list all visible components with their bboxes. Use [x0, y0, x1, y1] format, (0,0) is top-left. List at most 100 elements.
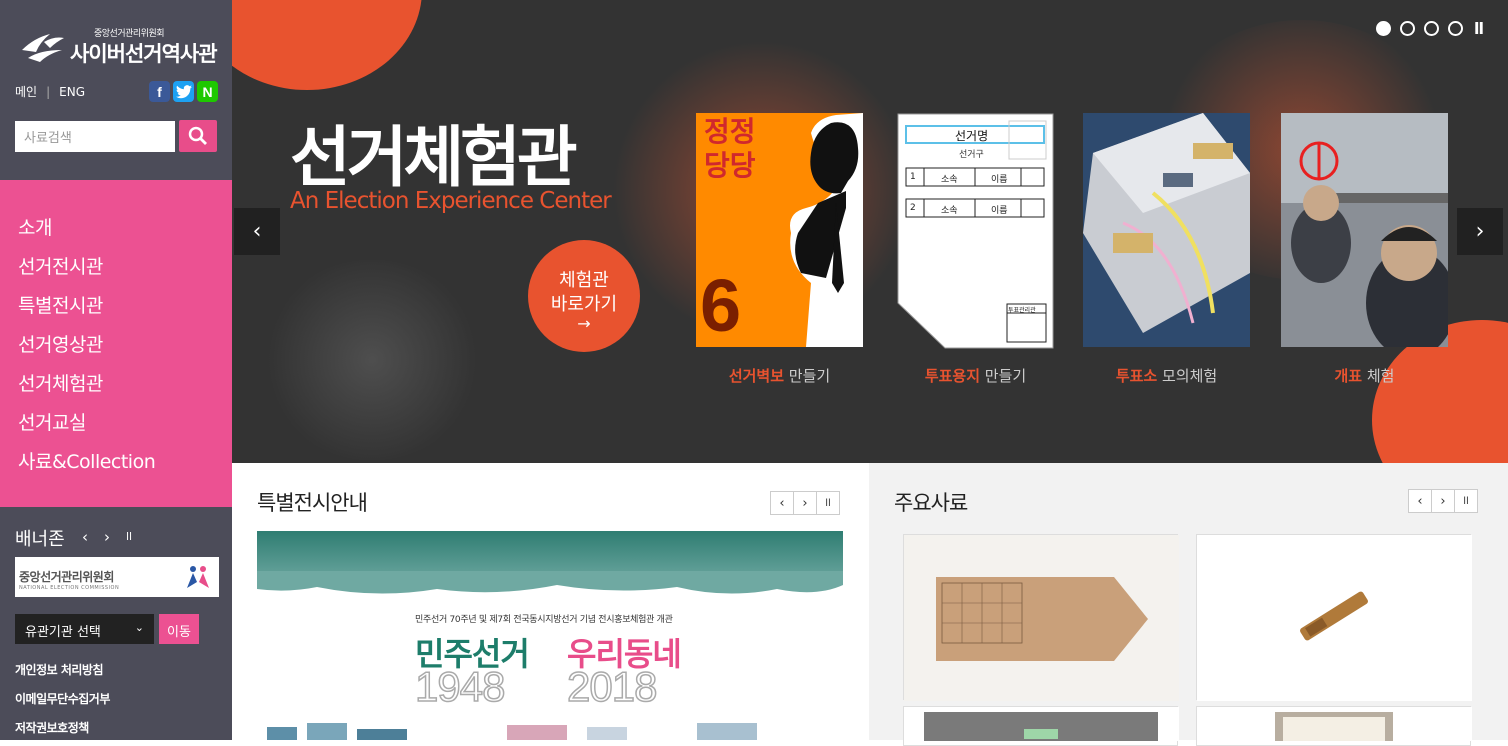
util-links: 메인 | ENG [15, 83, 85, 100]
card-label-highlight: 개표 [1334, 367, 1363, 385]
poster-town-illustration [267, 723, 757, 740]
nav-item-exhibition[interactable]: 선거전시관 [0, 252, 232, 291]
hero-bg-glow [262, 260, 482, 460]
main-items-next-button[interactable]: › [1431, 489, 1455, 513]
hero-pause-button[interactable]: ll [1474, 19, 1484, 38]
nav-item-classroom[interactable]: 선거교실 [0, 408, 232, 447]
arrow-right-icon: → [577, 314, 591, 333]
email-refusal-link[interactable]: 이메일무단수집거부 [15, 690, 110, 707]
card-label-rest: 만들기 [784, 367, 831, 385]
hero-dot-2[interactable] [1400, 21, 1415, 36]
item-card[interactable] [1196, 706, 1472, 746]
facebook-icon[interactable]: f [149, 81, 170, 102]
naver-icon[interactable]: N [197, 81, 218, 102]
link-eng[interactable]: ENG [59, 85, 85, 99]
item-card[interactable] [903, 534, 1179, 701]
card-ballot-label[interactable]: 투표용지 만들기 [892, 365, 1059, 386]
experience-center-button[interactable]: 체험관 바로가기 → [528, 240, 640, 352]
main-nav: 소개 선거전시관 특별전시관 선거영상관 선거체험관 선거교실 사료&Colle… [0, 180, 232, 507]
ballot-row-party: 소속 [941, 175, 958, 185]
bannerzone-prev-button[interactable]: ‹ [78, 528, 92, 546]
vote-counting-illustration [1281, 113, 1448, 347]
ballot-box-image [904, 707, 1179, 741]
logo-title: 사이버선거역사관 [70, 42, 218, 66]
twitter-icon[interactable] [173, 81, 194, 102]
item-card[interactable] [903, 706, 1179, 746]
bannerzone-next-button[interactable]: › [100, 528, 114, 546]
card-label-rest: 만들기 [980, 367, 1027, 385]
ballot-row-party: 소속 [941, 206, 958, 216]
framed-document-image [1197, 707, 1472, 741]
copyright-policy-link[interactable]: 저작권보호정책 [15, 719, 89, 736]
ballot-row-no: 1 [910, 172, 916, 182]
special-prev-button[interactable]: ‹ [770, 491, 794, 515]
main-items-title: 주요사료 [894, 491, 968, 515]
card-counting-label[interactable]: 개표 체험 [1281, 365, 1448, 386]
hero-next-button[interactable]: › [1457, 208, 1503, 255]
privacy-policy-link[interactable]: 개인정보 처리방침 [15, 661, 104, 678]
ballot-district: 선거구 [959, 150, 984, 160]
nav-item-collection[interactable]: 사료&Collection [0, 447, 232, 486]
special-exhibition-title: 특별전시안내 [257, 491, 368, 515]
sidebar: 중앙선거관리위원회 사이버선거역사관 메인 | ENG f N 사료검색 소개 선거… [0, 0, 232, 740]
card-polling-station[interactable] [1083, 113, 1250, 347]
ballot-row-name: 이름 [991, 206, 1008, 216]
search-input[interactable]: 사료검색 [15, 121, 175, 152]
link-main[interactable]: 메인 [15, 83, 37, 100]
nav-item-video[interactable]: 선거영상관 [0, 330, 232, 369]
ballot-row-name: 이름 [991, 175, 1008, 185]
related-org-select[interactable]: 유관기관 선택 ⌄ [15, 614, 154, 644]
nav-item-special[interactable]: 특별전시관 [0, 291, 232, 330]
special-exhibition-section: 특별전시안내 ‹ › ll 민주선거 70주년 및 제7회 전국동시지방선거 기… [232, 463, 869, 740]
special-pause-button[interactable]: ll [816, 491, 840, 515]
nec-logo-icon [187, 566, 209, 588]
main-items-pause-button[interactable]: ll [1454, 489, 1478, 513]
card-label-rest: 체험 [1362, 367, 1395, 385]
card-poster-making[interactable]: 정정 당당 6 [696, 113, 863, 347]
special-next-button[interactable]: › [793, 491, 817, 515]
poster-headline: 민주선거 70주년 및 제7회 전국동시지방선거 기념 전시홍보체험관 개관 [415, 615, 673, 625]
poster-slogan-line2: 당당 [704, 149, 756, 182]
card-poster-label[interactable]: 선거벽보 만들기 [696, 365, 863, 386]
ballot-envelope-image [904, 535, 1179, 701]
ballot-row-no: 2 [910, 203, 916, 213]
main-items-section: 주요사료 ‹ › ll [869, 463, 1508, 746]
nec-banner[interactable]: 중앙선거관리위원회 NATIONAL ELECTION COMMISSION [15, 557, 219, 597]
sns-links: f N [149, 81, 218, 102]
go-button[interactable]: 이동 [159, 614, 199, 644]
bullet-casing-image [1197, 535, 1472, 701]
search-button[interactable] [179, 120, 217, 152]
bannerzone-pause-button[interactable]: ll [122, 528, 136, 546]
special-exhibition-poster[interactable]: 민주선거 70주년 및 제7회 전국동시지방선거 기념 전시홍보체험관 개관 민… [257, 531, 843, 740]
hero-pagination: ll [1376, 19, 1484, 38]
site-logo[interactable]: 중앙선거관리위원회 사이버선거역사관 [20, 24, 220, 68]
ballot-title: 선거명 [955, 129, 989, 143]
bird-logo-icon [22, 34, 64, 62]
card-ballot-making[interactable]: 선거명 선거구 1 소속 이름 2 소속 이름 투표관리관 [897, 113, 1054, 349]
hero-prev-button[interactable]: ‹ [234, 208, 280, 255]
hero-banner: 선거체험관 An Election Experience Center 체험관 … [232, 0, 1508, 463]
card-polling-label[interactable]: 투표소 모의체험 [1083, 365, 1250, 386]
util-divider: | [46, 85, 51, 99]
bannerzone-title: 배너존 [15, 529, 65, 550]
card-label-highlight: 선거벽보 [728, 367, 785, 385]
hero-dot-3[interactable] [1424, 21, 1439, 36]
hero-dot-1[interactable] [1376, 21, 1391, 36]
hero-subtitle: An Election Experience Center [290, 188, 612, 214]
item-card[interactable] [1196, 534, 1472, 701]
poster-slogan: 정정 당당 [704, 115, 756, 183]
poster-number: 6 [700, 264, 742, 347]
nav-item-intro[interactable]: 소개 [0, 213, 232, 252]
bannerzone-controls: ‹ › ll [78, 528, 136, 546]
related-org-selected: 유관기관 선택 [25, 625, 101, 640]
card-label-rest: 모의체험 [1157, 367, 1218, 385]
hero-title: 선거체험관 [290, 119, 578, 196]
main-items-prev-button[interactable]: ‹ [1408, 489, 1432, 513]
nav-item-experience[interactable]: 선거체험관 [0, 369, 232, 408]
search-icon [188, 126, 207, 145]
hero-dot-4[interactable] [1448, 21, 1463, 36]
special-controls: ‹ › ll [770, 491, 840, 515]
poster-slogan-line1: 정정 [704, 115, 756, 148]
card-vote-counting[interactable] [1281, 113, 1448, 347]
hero-bg-blob [232, 0, 422, 90]
